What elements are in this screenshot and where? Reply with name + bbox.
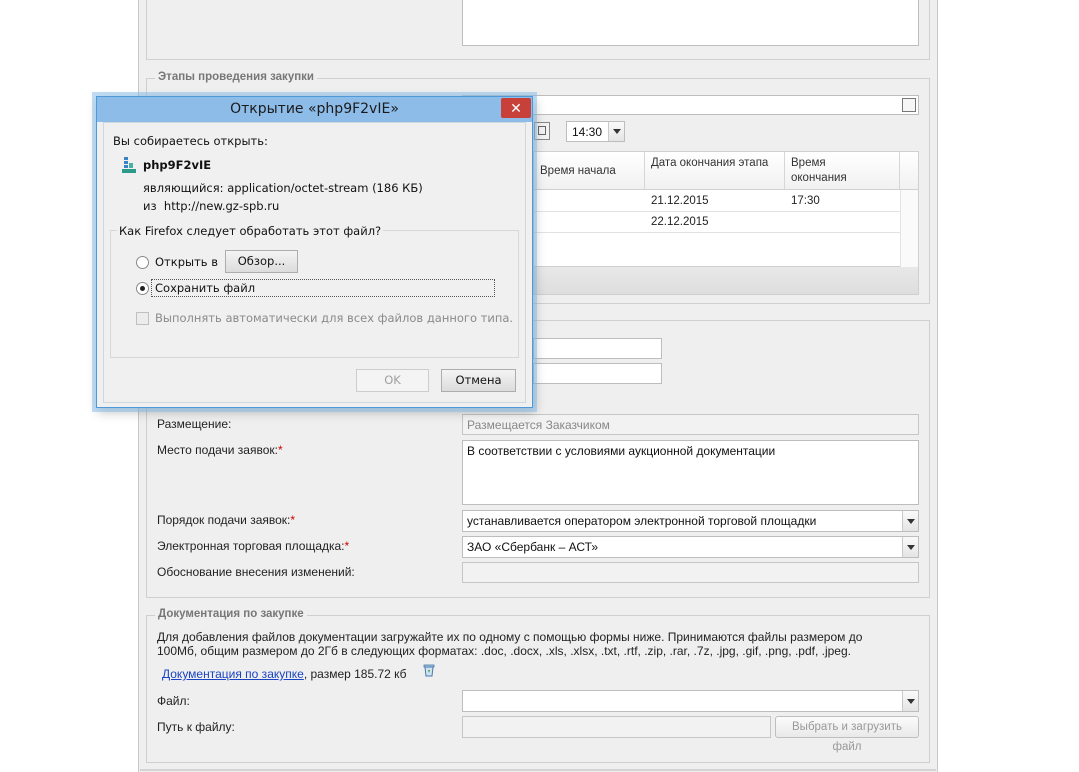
table-scrollbar-track[interactable]	[900, 190, 918, 267]
calendar-icon[interactable]	[534, 122, 550, 140]
table-cell-end-date: 22.12.2015	[651, 216, 709, 228]
stage-time-select[interactable]: 14:30	[566, 121, 625, 142]
docs-info-line-1: Для добавления файлов документации загру…	[157, 630, 863, 644]
table-toolbar	[533, 267, 919, 295]
file-type-icon	[122, 157, 136, 173]
open-with-radio[interactable]	[136, 256, 149, 269]
stage-time-value: 14:30	[572, 125, 603, 139]
chevron-down-icon[interactable]	[902, 537, 918, 557]
save-file-radio[interactable]	[136, 282, 149, 295]
open-with-label[interactable]: Открыть в	[155, 255, 218, 269]
close-icon[interactable]: ✕	[501, 98, 531, 118]
chevron-down-icon[interactable]	[902, 691, 918, 711]
placement-label: Размещение:	[157, 417, 232, 431]
save-file-label[interactable]: Сохранить файл	[155, 281, 255, 295]
auto-checkbox[interactable]	[136, 312, 149, 325]
place-label: Место подачи заявок:*	[157, 443, 283, 457]
dialog-file-type: являющийся: application/octet-stream (18…	[143, 181, 423, 195]
place-textarea[interactable]: В соответствии с условиями аукционной до…	[462, 440, 919, 505]
table-row-divider	[534, 232, 900, 233]
doc-attachment: Документация по закупке, размер 185.72 к…	[162, 667, 407, 681]
dialog-filename: php9F2vIE	[143, 158, 212, 172]
table-header-start-time: Время начала	[534, 152, 645, 190]
page-bottom-line	[140, 769, 936, 771]
docs-legend: Документация по закупке	[155, 608, 307, 620]
dialog-title: Открытие «php9F2vIE»	[230, 101, 399, 117]
hidden-field-1[interactable]	[533, 338, 662, 359]
auto-label[interactable]: Выполнять автоматически для всех файлов …	[155, 311, 513, 325]
chevron-down-icon[interactable]	[608, 122, 624, 141]
cancel-button[interactable]: Отмена	[441, 369, 516, 392]
top-textarea[interactable]	[462, 0, 919, 46]
order-select[interactable]: устанавливается оператором электронной т…	[462, 510, 919, 532]
hidden-field-2[interactable]	[533, 363, 662, 384]
etp-select[interactable]: ЗАО «Сбербанк – АСТ»	[462, 536, 919, 558]
upload-button[interactable]: Выбрать и загрузить файл	[775, 716, 919, 753]
required-mark: *	[277, 443, 283, 457]
table-header-filler	[900, 152, 918, 190]
ok-button[interactable]: OK	[356, 369, 429, 392]
dialog-file-source: из http://new.gz-spb.ru	[143, 199, 280, 213]
etp-label: Электронная торговая площадка:*	[157, 539, 350, 553]
table-row-divider	[534, 211, 900, 212]
file-open-dialog: Открытие «php9F2vIE» ✕ Вы собираетесь от…	[96, 96, 533, 408]
order-label: Порядок подачи заявок:*	[157, 513, 296, 527]
file-label: Файл:	[157, 694, 190, 708]
calendar-icon[interactable]	[902, 98, 916, 112]
table-cell-end-date: 21.12.2015	[651, 195, 709, 207]
etp-select-value: ЗАО «Сбербанк – АСТ»	[467, 540, 599, 554]
stages-table: Время начала Дата окончания этапа Время …	[533, 151, 919, 267]
placement-field: Размещается Заказчиком	[462, 414, 919, 435]
path-field	[462, 716, 771, 738]
path-label: Путь к файлу:	[157, 720, 235, 734]
reason-label: Обоснование внесения изменений:	[157, 565, 355, 579]
order-select-value: устанавливается оператором электронной т…	[467, 514, 817, 528]
browse-button[interactable]: Обзор...	[225, 250, 298, 273]
doc-link[interactable]: Документация по закупке	[162, 667, 304, 681]
required-mark: *	[344, 539, 350, 553]
dialog-intro: Вы собираетесь открыть:	[113, 134, 268, 148]
reason-field	[462, 562, 919, 583]
handling-question: Как Firefox следует обработать этот файл…	[117, 224, 384, 238]
table-header-end-date: Дата окончания этапа	[645, 152, 785, 190]
table-cell-end-time: 17:30	[791, 195, 820, 207]
stages-legend: Этапы проведения закупки	[155, 71, 317, 83]
docs-info-line-2: 100Мб, общим размером до 2Гб в следующих…	[157, 644, 851, 658]
doc-size: , размер 185.72 кб	[303, 667, 407, 681]
file-select[interactable]	[462, 690, 919, 712]
recycle-delete-icon[interactable]	[422, 663, 436, 677]
table-header-end-time: Время окончания	[785, 152, 900, 190]
required-mark: *	[290, 513, 296, 527]
chevron-down-icon[interactable]	[902, 511, 918, 531]
